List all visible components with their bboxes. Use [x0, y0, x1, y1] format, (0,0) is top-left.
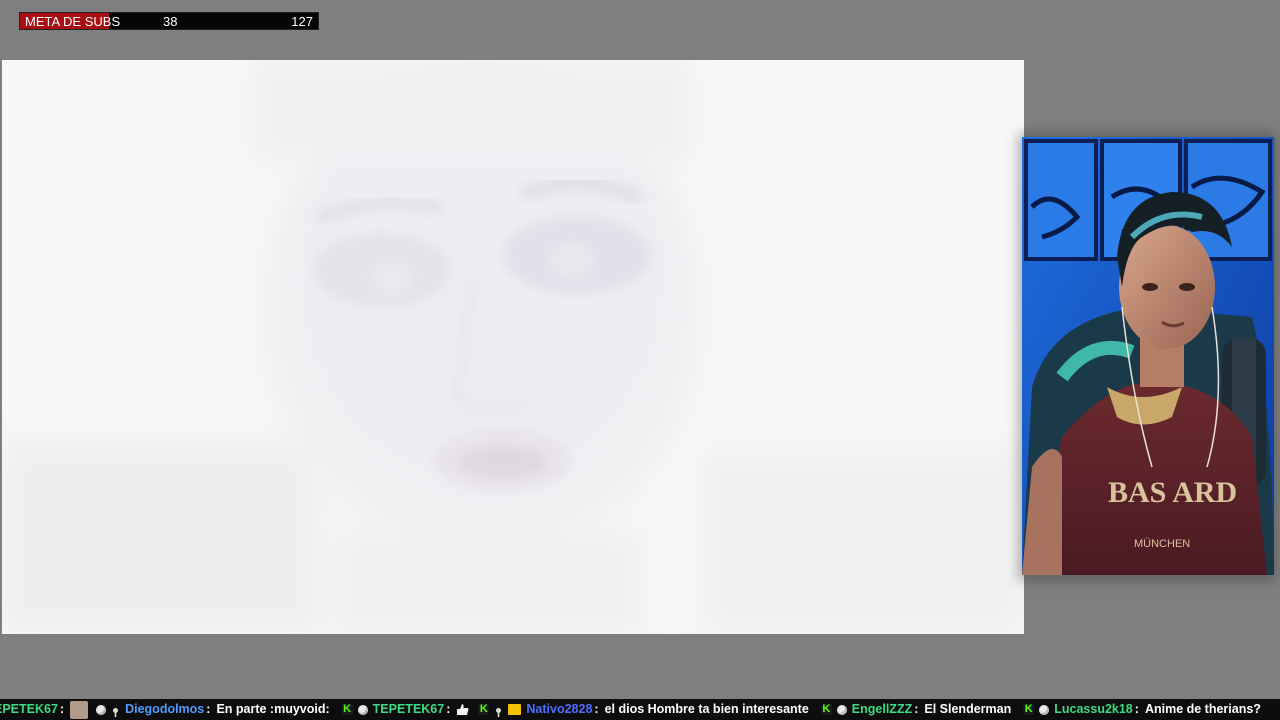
chat-text: El Slenderman [924, 702, 1012, 716]
kick-badge-icon [1023, 704, 1035, 715]
crown-badge-icon [508, 704, 522, 715]
webcam-feed: BAS ARD MÜNCHEN [1022, 137, 1274, 575]
chat-separator: : [1134, 702, 1139, 716]
chat-message: EngellZZZ : El Slenderman [852, 699, 1054, 720]
subs-goal-label: META DE SUBS [25, 14, 121, 29]
chat-message: Diegodolmos : En parte :muyvoid: [125, 699, 373, 720]
webcam-image: BAS ARD MÜNCHEN [1022, 137, 1274, 575]
kick-badge-icon [820, 704, 832, 715]
chat-username[interactable]: Nativo2828 [526, 699, 592, 720]
video-player[interactable] [2, 60, 1024, 634]
chat-text: En parte :muyvoid: [216, 702, 330, 716]
chat-username[interactable]: Lucassu2k18 [1054, 699, 1133, 720]
shirt-print-subtext: MÜNCHEN [1134, 538, 1190, 550]
avatar-emote-icon [70, 700, 89, 719]
mic-badge-icon [111, 704, 120, 717]
chat-text: el dios Hombre ta bien interesante [604, 702, 809, 716]
chat-username[interactable]: TEPETEK67 [373, 699, 445, 720]
stream-overlay: META DE SUBS 38 127 BAS ARD MÜNCHEN EPET… [0, 0, 1280, 720]
sub-badge-icon [1039, 704, 1050, 715]
video-frame-image [2, 60, 1024, 634]
subs-goal-bar: META DE SUBS 38 127 [19, 12, 319, 30]
kick-badge-icon [478, 704, 490, 715]
sub-badge-icon [836, 704, 847, 715]
chat-separator: : [914, 702, 919, 716]
chat-message: Nativo2828 : el dios Hombre ta bien inte… [526, 699, 851, 720]
kick-badge-icon [341, 704, 353, 715]
shirt-print-text: BAS ARD [1108, 476, 1237, 509]
chat-username[interactable]: EngellZZZ [852, 699, 912, 720]
chat-username[interactable]: EPETEK67 [0, 699, 58, 720]
chat-text: Anime de therians? [1144, 702, 1261, 716]
chat-separator: : [59, 702, 65, 716]
chat-ticker: EPETEK67 : Diegodolmos : En parte :muyvo… [0, 699, 1280, 720]
chat-message: TEPETEK67 : [373, 699, 527, 720]
chat-message: EPETEK67 : [0, 699, 125, 720]
subs-goal-target: 127 [291, 14, 313, 29]
chat-ticker-track: EPETEK67 : Diegodolmos : En parte :muyvo… [0, 699, 1273, 720]
chat-username[interactable]: Diegodolmos [125, 699, 204, 720]
chat-separator: : [446, 702, 451, 716]
chat-message: Lucassu2k18 : Anime de therians? [1054, 699, 1273, 720]
chat-separator: : [206, 702, 211, 716]
chat-separator: : [594, 702, 599, 716]
sub-badge-icon [96, 704, 107, 715]
subs-goal-current: 38 [163, 14, 178, 29]
mic-badge-icon [494, 704, 503, 717]
sub-badge-icon [357, 704, 368, 715]
thumbs-up-emote-icon [456, 703, 470, 717]
